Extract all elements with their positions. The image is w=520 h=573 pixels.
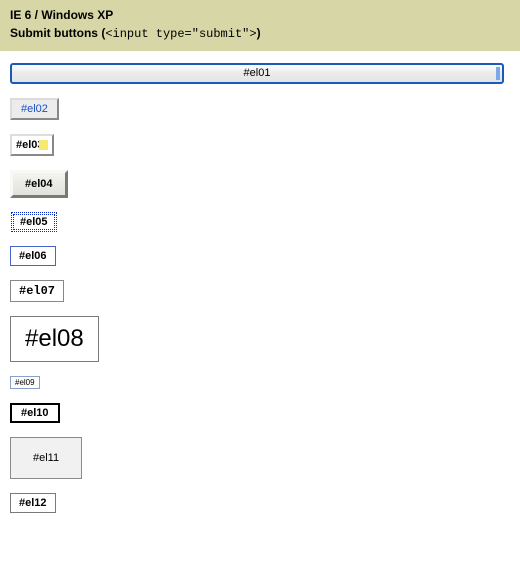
- subtitle-suffix: ): [257, 26, 261, 40]
- row-el09: #el09: [10, 376, 510, 389]
- row-el01: #el01: [10, 63, 510, 84]
- row-el12: #el12: [10, 493, 510, 513]
- row-el07: #el07: [10, 280, 510, 302]
- header-subtitle: Submit buttons (<input type="submit">): [10, 24, 510, 43]
- submit-button-el06[interactable]: #el06: [10, 246, 56, 266]
- submit-button-el02[interactable]: #el02: [10, 98, 59, 120]
- submit-button-el08[interactable]: #el08: [10, 316, 99, 362]
- subtitle-prefix: Submit buttons (: [10, 26, 105, 40]
- row-el11: #el11: [10, 437, 510, 479]
- row-el10: #el10: [10, 403, 510, 423]
- content-area: #el01 #el02 #el03 #el04 #el05 #el06 #el0…: [0, 51, 520, 537]
- subtitle-code: <input type="submit">: [105, 27, 256, 41]
- header-title: IE 6 / Windows XP: [10, 6, 510, 24]
- submit-button-el01[interactable]: #el01: [10, 63, 504, 84]
- page-header: IE 6 / Windows XP Submit buttons (<input…: [0, 0, 520, 51]
- submit-button-el12[interactable]: #el12: [10, 493, 56, 513]
- row-el05: #el05: [10, 212, 510, 232]
- submit-button-el11[interactable]: #el11: [10, 437, 82, 479]
- submit-button-el07[interactable]: #el07: [10, 280, 64, 302]
- submit-button-el04[interactable]: #el04: [10, 170, 68, 198]
- submit-button-el05[interactable]: #el05: [11, 212, 57, 232]
- row-el02: #el02: [10, 98, 510, 120]
- row-el06: #el06: [10, 246, 510, 266]
- row-el04: #el04: [10, 170, 510, 198]
- submit-button-el10[interactable]: #el10: [10, 403, 60, 423]
- submit-button-el03[interactable]: #el03: [10, 134, 54, 156]
- row-el03: #el03: [10, 134, 510, 156]
- submit-button-el09[interactable]: #el09: [10, 376, 40, 389]
- row-el08: #el08: [10, 316, 510, 362]
